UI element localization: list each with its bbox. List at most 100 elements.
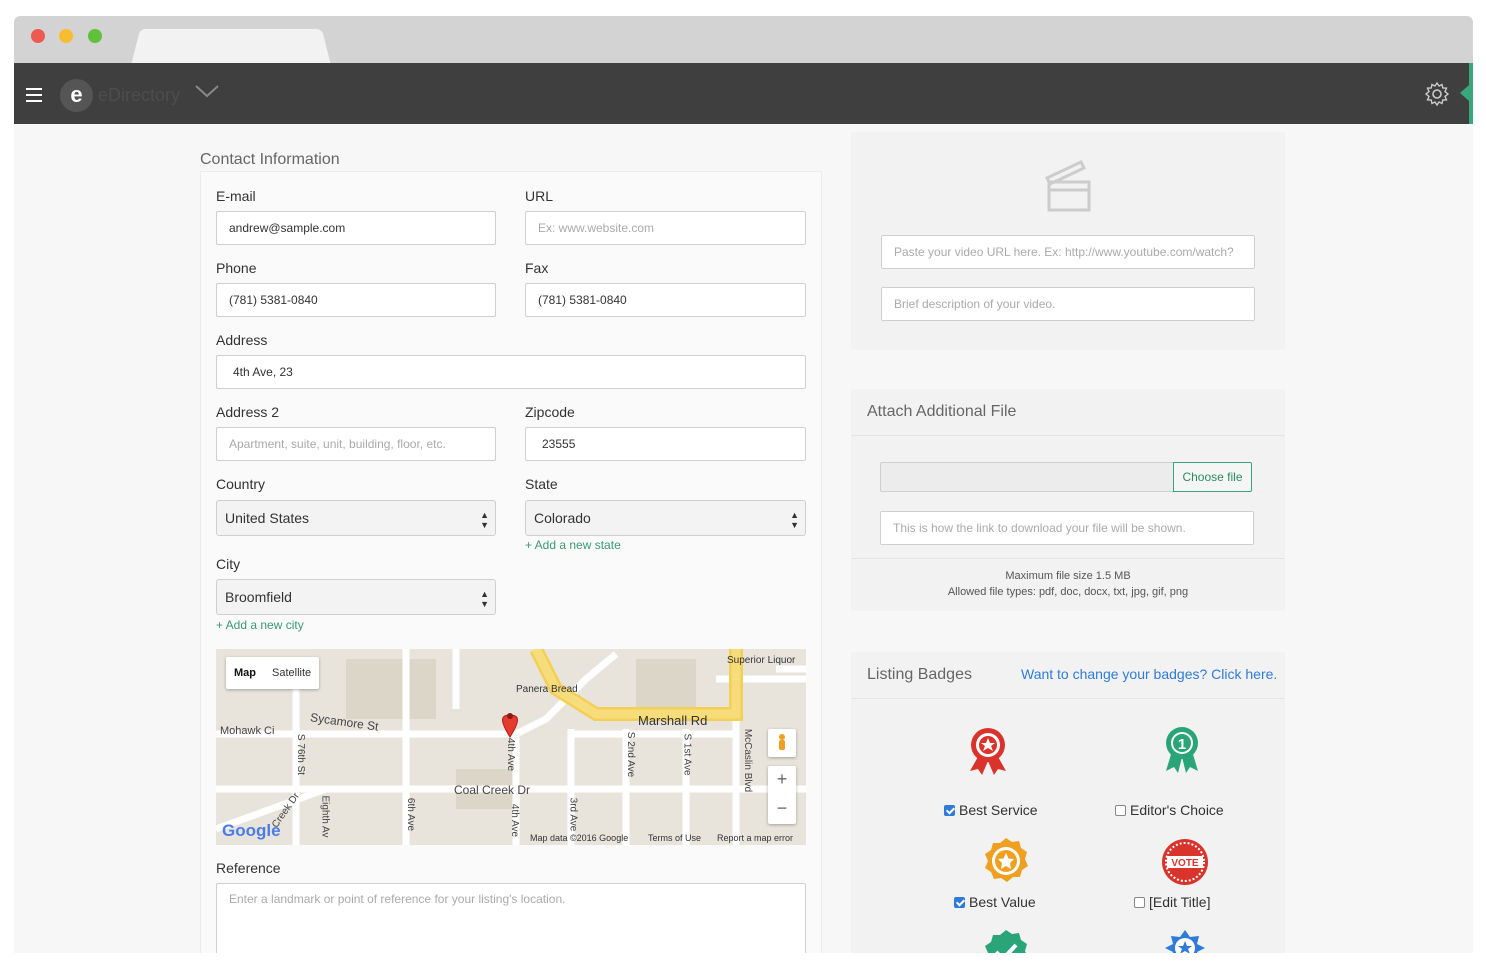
badge-label: Editor's Choice: [1130, 802, 1224, 818]
badge-edit-title[interactable]: [Edit Title]: [1134, 894, 1210, 910]
country-select[interactable]: United States ▲ ▼: [216, 500, 496, 536]
app-topbar: e eDirectory: [14, 63, 1473, 124]
city-select[interactable]: Broomfield ▲ ▼: [216, 579, 496, 615]
max-file-size-note: Maximum file size 1.5 MB: [1005, 570, 1131, 582]
select-arrows-icon: ▲ ▼: [480, 510, 489, 530]
attach-file-title: Attach Additional File: [867, 403, 1017, 420]
badge-best-value[interactable]: Best Value: [954, 894, 1036, 910]
browser-chrome: [14, 16, 1473, 64]
url-label: URL: [525, 188, 554, 204]
address-field[interactable]: 4th Ave, 23: [216, 355, 806, 389]
google-logo: Google: [222, 821, 281, 840]
change-badges-link[interactable]: Want to change your badges? Click here.: [1021, 666, 1277, 682]
phone-label: Phone: [216, 260, 257, 276]
fax-label: Fax: [525, 260, 549, 276]
satellite-button[interactable]: Satellite: [264, 657, 319, 689]
browser-window: e eDirectory Contact Information E-mail …: [14, 16, 1473, 953]
divider: [851, 558, 1285, 559]
address2-field[interactable]: Apartment, suite, unit, building, floor,…: [216, 427, 496, 461]
panel-toggle-tab[interactable]: [1460, 85, 1469, 101]
menu-icon[interactable]: [26, 88, 42, 102]
zoom-control: + −: [768, 766, 796, 824]
badge-label: Best Service: [959, 802, 1038, 818]
zipcode-field[interactable]: 23555: [525, 427, 806, 461]
ribbon-one-icon: 1: [1166, 727, 1198, 773]
browser-tab[interactable]: [131, 28, 331, 64]
map-place-label: Panera Bread: [516, 684, 578, 695]
minimize-window-button[interactable]: [59, 29, 73, 43]
file-path-field[interactable]: [880, 462, 1174, 492]
best-value-checkbox[interactable]: [954, 897, 965, 908]
address2-label: Address 2: [216, 404, 280, 420]
file-link-caption-field[interactable]: This is how the link to download your fi…: [880, 511, 1254, 545]
city-label: City: [216, 556, 241, 572]
badge-label: [Edit Title]: [1149, 894, 1211, 910]
chevron-down-icon[interactable]: [194, 83, 220, 99]
map-button[interactable]: Map: [226, 657, 264, 689]
country-label: Country: [216, 476, 266, 492]
badges-header: Listing Badges Want to change your badge…: [851, 652, 1285, 699]
star-badge-icon: [1165, 930, 1205, 953]
video-clapperboard-icon: [1044, 160, 1091, 212]
accent-edge: [1469, 63, 1473, 124]
video-panel: Paste your video URL here. Ex: http://ww…: [851, 132, 1285, 350]
badge-label: Best Value: [969, 894, 1036, 910]
map-street-label: 4th Ave: [509, 803, 521, 838]
map-street-label: McCaslin Blvd: [742, 728, 754, 793]
badge-best-service[interactable]: Best Service: [944, 802, 1038, 818]
terms-link[interactable]: Terms of Use: [648, 833, 701, 843]
close-window-button[interactable]: [31, 29, 45, 43]
gear-icon[interactable]: [1424, 81, 1450, 107]
zoom-in-button[interactable]: +: [768, 766, 796, 795]
city-value: Broomfield: [225, 589, 292, 605]
edit-title-checkbox[interactable]: [1134, 897, 1145, 908]
report-map-error-link[interactable]: Report a map error: [717, 833, 793, 843]
check-badge-icon: [985, 930, 1027, 953]
map-street-label: 3rd Ave: [567, 797, 579, 832]
map-street-label: S 2nd Ave: [625, 731, 637, 778]
svg-text:VOTE: VOTE: [1171, 858, 1199, 869]
map-street-label: 6th Ave: [405, 797, 417, 832]
zoom-out-button[interactable]: −: [768, 795, 796, 824]
gear-star-icon: [985, 838, 1028, 882]
choose-file-button[interactable]: Choose file: [1173, 462, 1252, 492]
street-view-pegman-icon[interactable]: [768, 729, 796, 757]
contact-section-title: Contact Information: [200, 151, 340, 168]
location-map[interactable]: Map Satellite Sycamore St Marshall Rd Coa…: [216, 649, 806, 845]
email-field[interactable]: andrew@sample.com: [216, 211, 496, 245]
badge-editors-choice[interactable]: Editor's Choice: [1115, 802, 1224, 818]
map-street-label: Marshall Rd: [638, 713, 708, 728]
state-select[interactable]: Colorado ▲ ▼: [525, 500, 806, 536]
email-label: E-mail: [216, 188, 256, 204]
state-label: State: [525, 476, 558, 492]
map-street-label: S 76th St: [295, 733, 307, 776]
editors-choice-checkbox[interactable]: [1115, 805, 1126, 816]
url-field[interactable]: Ex: www.website.com: [525, 211, 806, 245]
zipcode-label: Zipcode: [525, 404, 575, 420]
select-arrows-icon: ▲ ▼: [790, 510, 799, 530]
ribbon-star-icon: [970, 728, 1006, 775]
map-street-label: S 1st Ave: [681, 733, 693, 776]
add-state-link[interactable]: + Add a new state: [525, 538, 621, 552]
video-url-field[interactable]: Paste your video URL here. Ex: http://ww…: [881, 235, 1255, 269]
map-data-credit: Map data ©2016 Google: [530, 833, 629, 843]
maximize-window-button[interactable]: [88, 29, 102, 43]
best-service-checkbox[interactable]: [944, 805, 955, 816]
select-arrows-icon: ▲ ▼: [480, 589, 489, 609]
map-street-label: Eighth Av: [319, 795, 331, 838]
map-place-label: Superior Liquor: [727, 655, 796, 666]
attach-file-header: Attach Additional File: [851, 389, 1285, 436]
attach-file-panel: Attach Additional File Choose file This …: [851, 389, 1285, 611]
map-street-label: Mohawk Ci: [220, 725, 275, 737]
svg-text:1: 1: [1178, 736, 1186, 753]
logo[interactable]: e: [60, 79, 93, 112]
add-city-link[interactable]: + Add a new city: [216, 618, 304, 632]
fax-field[interactable]: (781) 5381-0840: [525, 283, 806, 317]
country-value: United States: [225, 510, 310, 526]
brand-name: eDirectory: [98, 85, 181, 105]
reference-textarea[interactable]: Enter a landmark or point of reference f…: [216, 883, 806, 953]
vote-badge-icon: VOTE: [1162, 839, 1208, 885]
state-value: Colorado: [534, 510, 591, 526]
phone-field[interactable]: (781) 5381-0840: [216, 283, 496, 317]
video-description-field[interactable]: Brief description of your video.: [881, 287, 1255, 321]
